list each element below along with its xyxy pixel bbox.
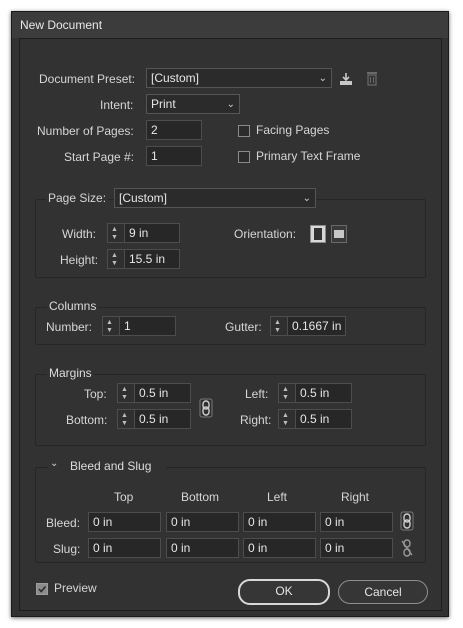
- chevron-down-icon: ⌄: [226, 99, 235, 110]
- number-of-pages-label: Number of Pages:: [37, 124, 134, 138]
- margin-top-label: Top:: [84, 387, 107, 401]
- width-stepper[interactable]: ▲ ▼: [107, 223, 125, 243]
- intent-dropdown[interactable]: Print ⌄: [146, 94, 240, 114]
- preview-label: Preview: [54, 581, 97, 595]
- margin-left-stepper[interactable]: ▲ ▼: [278, 383, 296, 403]
- bleed-top-input[interactable]: 0 in: [88, 512, 161, 532]
- margin-bottom-stepper[interactable]: ▲ ▼: [117, 409, 135, 429]
- column-header-bottom: Bottom: [181, 490, 220, 504]
- bleed-slug-toggle[interactable]: ⌄ Bleed and Slug: [48, 457, 166, 475]
- columns-number-label: Number:: [46, 320, 93, 334]
- page-size-label: Page Size:: [46, 191, 109, 205]
- bleed-slug-title: Bleed and Slug: [70, 459, 152, 473]
- checkmark-icon: [38, 585, 47, 593]
- trash-icon[interactable]: [365, 70, 379, 87]
- portrait-orientation-icon[interactable]: [310, 225, 326, 243]
- slug-right-input[interactable]: 0 in: [320, 538, 393, 558]
- dialog-content: Document Preset: [Custom] ⌄ Intent: Prin…: [19, 38, 442, 611]
- chevron-down-icon: ⌄: [318, 73, 327, 84]
- document-preset-label: Document Preset:: [39, 72, 136, 86]
- landscape-orientation-icon[interactable]: [331, 225, 347, 243]
- margins-title: Margins: [47, 366, 94, 380]
- slug-label: Slug:: [53, 542, 81, 556]
- chain-link-icon[interactable]: [400, 511, 414, 531]
- document-preset-value: [Custom]: [151, 71, 200, 85]
- document-preset-dropdown[interactable]: [Custom] ⌄: [146, 68, 332, 88]
- bleed-bottom-input[interactable]: 0 in: [166, 512, 239, 532]
- slug-left-input[interactable]: 0 in: [243, 538, 316, 558]
- width-label: Width:: [62, 227, 97, 241]
- columns-number-stepper[interactable]: ▲ ▼: [102, 316, 120, 336]
- new-document-dialog: New Document Document Preset: [Custom] ⌄…: [11, 11, 449, 617]
- margin-right-input[interactable]: 0.5 in: [295, 409, 352, 429]
- column-header-left: Left: [267, 490, 288, 504]
- margin-right-label: Right:: [240, 413, 272, 427]
- margin-bottom-label: Bottom:: [66, 413, 108, 427]
- margin-bottom-input[interactable]: 0.5 in: [134, 409, 191, 429]
- start-page-label: Start Page #:: [64, 150, 135, 164]
- preview-checkbox[interactable]: [36, 583, 48, 595]
- column-header-top: Top: [114, 490, 134, 504]
- margin-top-input[interactable]: 0.5 in: [134, 383, 191, 403]
- margin-right-stepper[interactable]: ▲ ▼: [278, 409, 296, 429]
- window-title: New Document: [20, 18, 103, 32]
- width-input[interactable]: 9 in: [124, 223, 180, 243]
- primary-text-frame-checkbox[interactable]: [238, 151, 250, 163]
- bleed-right-input[interactable]: 0 in: [320, 512, 393, 532]
- bleed-label: Bleed:: [46, 516, 81, 530]
- intent-value: Print: [151, 97, 176, 111]
- slug-top-input[interactable]: 0 in: [88, 538, 161, 558]
- columns-title: Columns: [47, 299, 99, 313]
- column-header-right: Right: [341, 490, 370, 504]
- chain-link-icon[interactable]: [199, 398, 213, 418]
- page-size-value: [Custom]: [119, 191, 168, 205]
- orientation-label: Orientation:: [234, 227, 297, 241]
- height-label: Height:: [60, 253, 99, 267]
- margins-group: [35, 374, 426, 446]
- gutter-label: Gutter:: [225, 320, 262, 334]
- start-page-input[interactable]: 1: [146, 146, 202, 166]
- margin-top-stepper[interactable]: ▲ ▼: [117, 383, 135, 403]
- slug-bottom-input[interactable]: 0 in: [166, 538, 239, 558]
- height-input[interactable]: 15.5 in: [124, 249, 180, 269]
- title-bar[interactable]: New Document: [12, 12, 448, 38]
- number-of-pages-input[interactable]: 2: [146, 120, 202, 140]
- margin-left-label: Left:: [245, 387, 269, 401]
- facing-pages-label: Facing Pages: [256, 123, 330, 137]
- chevron-down-icon: ⌄: [302, 193, 311, 204]
- ok-button[interactable]: OK: [238, 579, 330, 605]
- intent-label: Intent:: [100, 98, 134, 112]
- cancel-button[interactable]: Cancel: [338, 580, 428, 604]
- gutter-input[interactable]: 0.1667 in: [287, 316, 346, 336]
- primary-text-frame-label: Primary Text Frame: [256, 149, 361, 163]
- margin-left-input[interactable]: 0.5 in: [295, 383, 352, 403]
- chevron-down-icon: ⌄: [50, 458, 59, 469]
- broken-chain-icon[interactable]: [400, 538, 414, 558]
- save-preset-icon[interactable]: [338, 71, 354, 87]
- page-size-dropdown[interactable]: [Custom] ⌄: [114, 188, 316, 208]
- columns-number-input[interactable]: 1: [119, 316, 176, 336]
- facing-pages-checkbox[interactable]: [238, 125, 250, 137]
- gutter-stepper[interactable]: ▲ ▼: [270, 316, 288, 336]
- bleed-left-input[interactable]: 0 in: [243, 512, 316, 532]
- height-stepper[interactable]: ▲ ▼: [107, 249, 125, 269]
